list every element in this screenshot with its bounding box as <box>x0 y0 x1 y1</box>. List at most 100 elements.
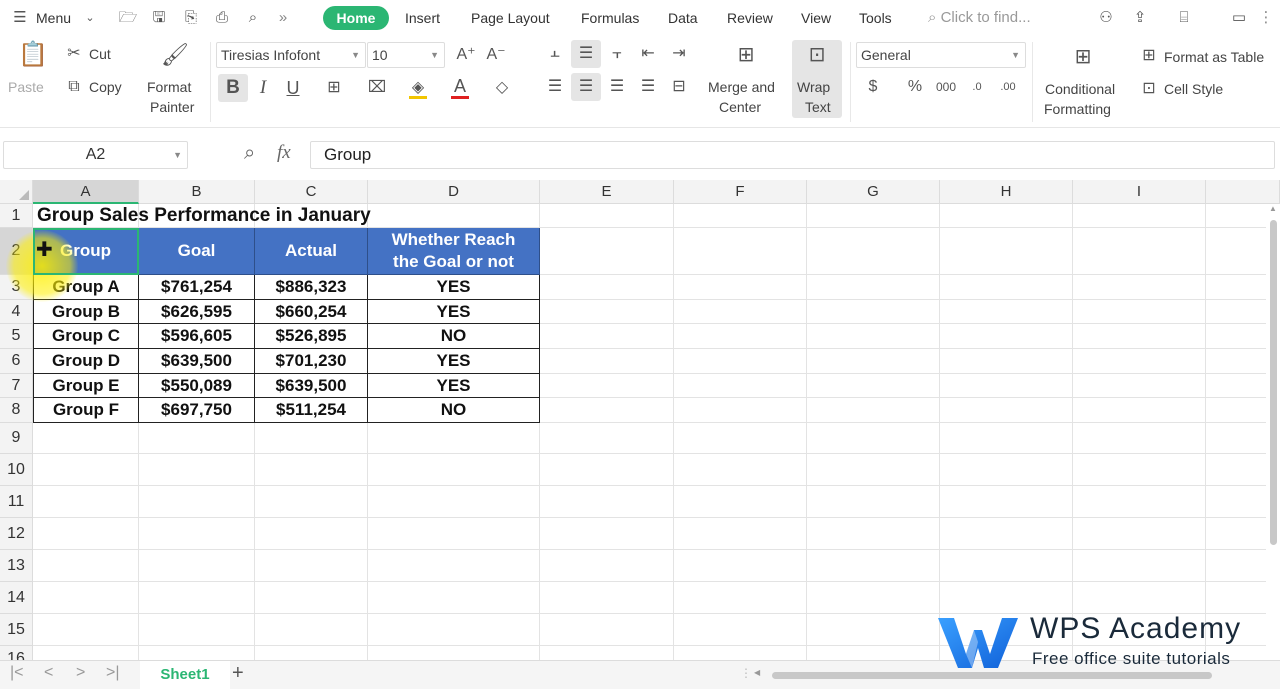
merge-center-label-1[interactable]: Merge and <box>708 79 775 95</box>
align-bottom-icon[interactable]: ⫟ <box>606 43 628 65</box>
tab-home[interactable]: Home <box>323 6 389 30</box>
tab-data[interactable]: Data <box>668 0 698 36</box>
cell-b4[interactable]: $626,595 <box>139 300 255 324</box>
formula-input[interactable]: Group <box>310 141 1275 169</box>
wrap-text-label-1[interactable]: Wrap <box>797 79 830 95</box>
tab-page-layout[interactable]: Page Layout <box>471 0 550 36</box>
tab-insert[interactable]: Insert <box>405 0 440 36</box>
row-header-16[interactable]: 16 <box>0 646 33 660</box>
justify-icon[interactable]: ☰ <box>637 76 659 98</box>
format-as-table-icon[interactable]: ⊞ <box>1138 45 1160 67</box>
format-painter-label-1[interactable]: Format <box>147 79 191 95</box>
add-sheet-icon[interactable]: + <box>232 662 244 685</box>
row-header-3[interactable]: 3 <box>0 275 33 300</box>
decrease-indent-icon[interactable]: ⇤ <box>637 43 659 65</box>
align-top-icon[interactable]: ⫠ <box>544 42 566 64</box>
row-header-14[interactable]: 14 <box>0 582 33 614</box>
cell-d8[interactable]: NO <box>368 398 540 423</box>
row-header-6[interactable]: 6 <box>0 349 33 374</box>
paste-icon[interactable]: 📋 <box>18 43 48 67</box>
column-header-c[interactable]: C <box>255 180 368 204</box>
cell-d6[interactable]: YES <box>368 349 540 374</box>
row-header-2[interactable]: 2 <box>0 228 33 275</box>
column-header-f[interactable]: F <box>674 180 807 204</box>
font-name-select[interactable]: Tiresias Infofont ▼ <box>216 42 366 68</box>
number-format-select[interactable]: General ▼ <box>856 42 1026 68</box>
split-handle-icon[interactable]: ⋮ <box>740 666 752 680</box>
scroll-left-icon[interactable]: ◀ <box>754 668 760 677</box>
row-header-7[interactable]: 7 <box>0 374 33 398</box>
underline-icon[interactable]: U <box>282 77 304 99</box>
header-cell-goal[interactable]: Goal <box>139 228 255 275</box>
copy-icon[interactable]: ⧉ <box>63 76 85 98</box>
merge-center-label-2[interactable]: Center <box>719 99 761 115</box>
more-dots-icon[interactable]: ⋮ <box>1256 8 1276 28</box>
increase-indent-icon[interactable]: ⇥ <box>668 43 690 65</box>
menu-button[interactable]: Menu <box>36 0 71 36</box>
align-center-icon[interactable]: ☰ <box>575 76 597 98</box>
cell-style-button[interactable]: Cell Style <box>1164 81 1223 97</box>
percent-icon[interactable]: % <box>904 76 926 98</box>
save-icon[interactable]: 🖫 <box>149 8 169 28</box>
cell-d4[interactable]: YES <box>368 300 540 324</box>
bold-icon[interactable]: B <box>222 77 244 99</box>
chevron-down-icon[interactable]: ⌄ <box>80 8 100 28</box>
print-preview-icon[interactable]: ⌕ <box>243 8 263 28</box>
eraser-icon[interactable]: ◇ <box>491 77 513 99</box>
header-cell-actual[interactable]: Actual <box>255 228 368 275</box>
cell-a8[interactable]: Group F <box>33 398 139 423</box>
decrease-font-icon[interactable]: A⁻ <box>485 44 507 66</box>
paste-button[interactable]: Paste <box>8 79 44 95</box>
cell-a7[interactable]: Group E <box>33 374 139 398</box>
align-left-icon[interactable]: ☰ <box>544 76 566 98</box>
conditional-formatting-label-1[interactable]: Conditional <box>1045 81 1115 97</box>
distributed-icon[interactable]: ⊟ <box>668 76 690 98</box>
select-all-corner[interactable] <box>0 180 33 204</box>
column-header-d[interactable]: D <box>368 180 540 204</box>
cell-d5[interactable]: NO <box>368 324 540 349</box>
zoom-icon[interactable]: ⌕ <box>244 142 255 165</box>
column-header-h[interactable]: H <box>940 180 1073 204</box>
tab-review[interactable]: Review <box>727 0 773 36</box>
cut-button[interactable]: Cut <box>89 46 111 62</box>
vertical-scroll-thumb[interactable] <box>1270 220 1277 545</box>
sheet-tab-sheet1[interactable]: Sheet1 <box>140 661 230 689</box>
cell-c6[interactable]: $701,230 <box>255 349 368 374</box>
row-header-10[interactable]: 10 <box>0 454 33 486</box>
conditional-formatting-label-2[interactable]: Formatting <box>1044 101 1111 117</box>
thousands-icon[interactable]: 000 <box>935 76 957 98</box>
column-header-e[interactable]: E <box>540 180 674 204</box>
tab-formulas[interactable]: Formulas <box>581 0 639 36</box>
format-as-table-button[interactable]: Format as Table <box>1164 49 1264 65</box>
row-header-11[interactable]: 11 <box>0 486 33 518</box>
cell-c5[interactable]: $526,895 <box>255 324 368 349</box>
wrap-text-label-2[interactable]: Text <box>805 99 831 115</box>
currency-icon[interactable]: $ <box>862 76 884 98</box>
cell-c8[interactable]: $511,254 <box>255 398 368 423</box>
cell-b7[interactable]: $550,089 <box>139 374 255 398</box>
collaborate-icon[interactable]: ⇪ <box>1130 8 1150 28</box>
merge-center-icon[interactable]: ⊞ <box>735 44 757 66</box>
cell-c3[interactable]: $886,323 <box>255 275 368 300</box>
copy-button[interactable]: Copy <box>89 79 122 95</box>
row-header-8[interactable]: 8 <box>0 398 33 423</box>
header-cell-reach-goal[interactable]: Whether Reach the Goal or not <box>368 228 540 275</box>
conditional-formatting-icon[interactable]: ⊞ <box>1072 46 1094 68</box>
table-title-cell[interactable]: Group Sales Performance in January <box>37 204 371 228</box>
open-folder-icon[interactable]: 🗁 <box>118 8 138 28</box>
export-pdf-icon[interactable]: ⎘ <box>181 8 201 28</box>
row-header-5[interactable]: 5 <box>0 324 33 349</box>
font-size-select[interactable]: 10 ▼ <box>367 42 445 68</box>
cell-b8[interactable]: $697,750 <box>139 398 255 423</box>
cell-style-icon[interactable]: ⊡ <box>1138 78 1160 100</box>
name-box[interactable]: A2 ▼ <box>3 141 188 169</box>
cell-a6[interactable]: Group D <box>33 349 139 374</box>
column-header-b[interactable]: B <box>139 180 255 204</box>
align-middle-icon[interactable]: ☰ <box>575 43 597 65</box>
spreadsheet-grid[interactable]: A B C D E F G H I 1 2 3 4 5 6 7 8 9 10 1… <box>0 180 1280 660</box>
horizontal-scroll-thumb[interactable] <box>772 672 1212 679</box>
tray-icon[interactable]: ⌸ <box>1174 8 1194 28</box>
format-painter-label-2[interactable]: Painter <box>150 99 194 115</box>
more-icon[interactable]: » <box>273 8 293 28</box>
scissors-icon[interactable]: ✂ <box>63 43 85 65</box>
